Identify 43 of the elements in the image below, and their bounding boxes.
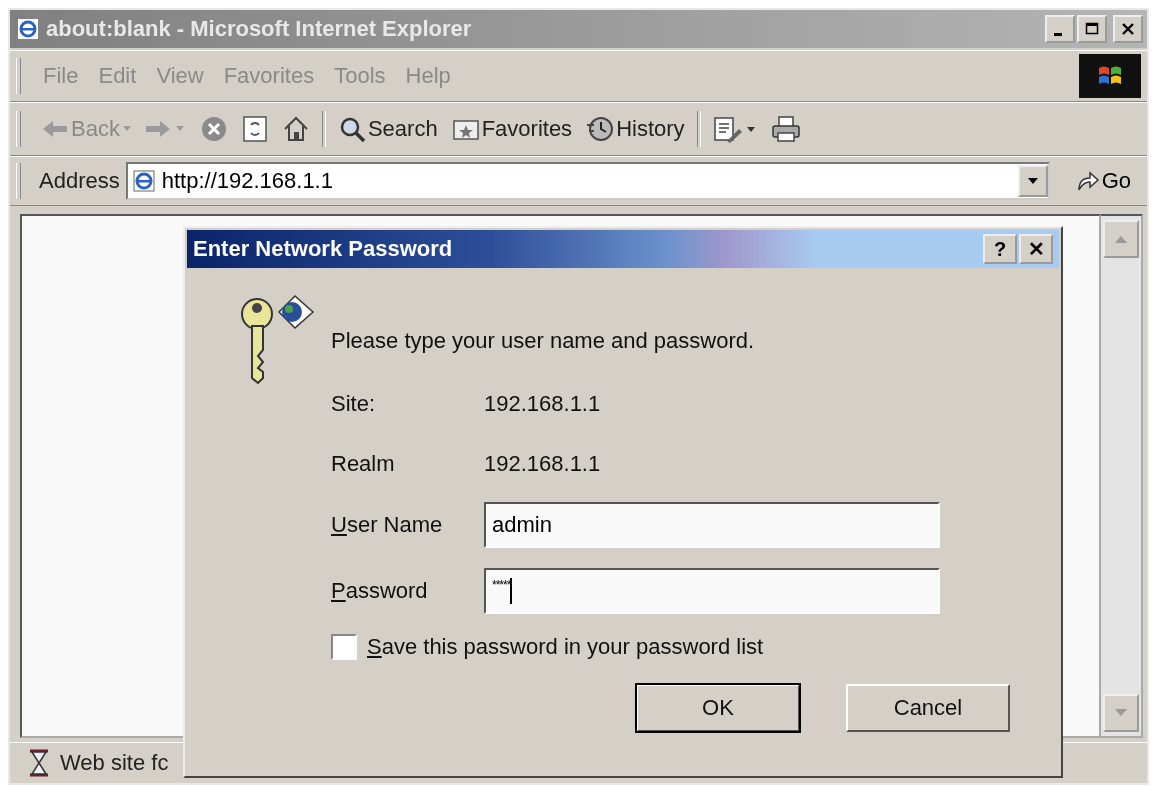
windows-logo-icon — [1079, 54, 1141, 98]
help-button[interactable]: ? — [983, 234, 1017, 264]
minimize-button[interactable] — [1045, 15, 1075, 43]
checkbox-label: Save this password in your password list — [367, 634, 764, 660]
star-folder-icon — [451, 117, 480, 141]
back-arrow-icon — [41, 119, 69, 139]
dialog-prompt: Please type your user name and password. — [331, 328, 756, 355]
minimize-icon — [1054, 32, 1062, 36]
cancel-button[interactable]: Cancel — [846, 684, 1010, 732]
search-button[interactable]: Search — [331, 113, 444, 145]
down-arrow-icon — [1113, 708, 1129, 718]
password-field[interactable]: ***** — [484, 568, 940, 614]
arrow-icon — [1075, 170, 1100, 192]
dialog-title: Enter Network Password — [193, 236, 454, 262]
browser-logo-icon — [16, 17, 40, 41]
address-field[interactable]: http://192.168.1.1 — [125, 162, 1050, 200]
caret-icon — [1026, 177, 1039, 185]
caret-icon — [121, 125, 132, 133]
info-label: Realm — [331, 451, 396, 477]
clock-icon — [586, 115, 615, 143]
info-label: Site: — [331, 391, 377, 417]
checkbox[interactable] — [331, 634, 357, 660]
info-value: 192.168.1.1 — [484, 451, 601, 477]
page-icon — [131, 169, 156, 193]
window-title: about:blank - Microsoft Internet Explorer — [46, 16, 473, 42]
close-button[interactable]: ✕ — [1019, 234, 1053, 264]
info-value: 192.168.1.1 — [484, 391, 601, 417]
favorites-button[interactable]: Favorites — [445, 114, 579, 144]
ok-button[interactable]: OK — [636, 684, 800, 732]
history-button[interactable]: History — [580, 113, 691, 145]
close-icon — [1121, 22, 1135, 36]
address-label: Address — [39, 168, 120, 194]
dropdown-button[interactable] — [1017, 165, 1048, 197]
go-button[interactable]: Go — [1055, 168, 1141, 194]
username-field[interactable]: admin — [484, 502, 940, 548]
field-label: User Name — [331, 512, 444, 538]
close-button[interactable] — [1113, 15, 1143, 43]
hourglass-icon — [28, 749, 50, 777]
field-label: Password — [331, 578, 429, 604]
status-text: Web site fc — [60, 750, 169, 776]
up-arrow-icon — [1113, 234, 1129, 244]
maximize-icon — [1085, 22, 1099, 36]
maximize-button[interactable] — [1077, 15, 1107, 43]
